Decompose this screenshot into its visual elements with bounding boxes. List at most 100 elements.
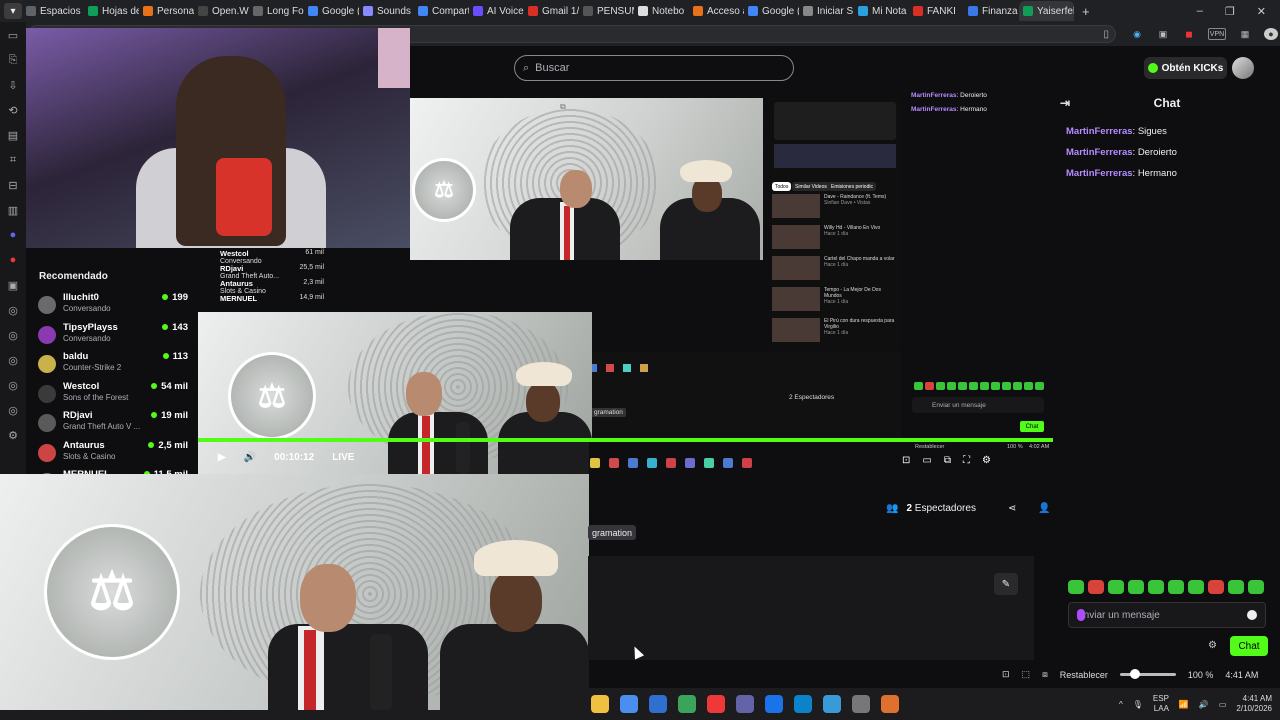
- recommended-channel[interactable]: RDjavi Grand Theft Auto V ... 19 mil: [38, 410, 188, 438]
- web-panel-icon[interactable]: ◎: [6, 328, 20, 342]
- browser-tab[interactable]: Hojas de: [84, 1, 139, 21]
- chat-username[interactable]: MartinFerreras: [911, 92, 957, 99]
- browser-tab[interactable]: Compart: [414, 1, 469, 21]
- extension-icon[interactable]: ▣: [1156, 28, 1170, 40]
- language-indicator[interactable]: ESP LAA: [1153, 694, 1169, 714]
- video-thumbnail[interactable]: [772, 225, 820, 249]
- battery-icon[interactable]: ▭: [1219, 700, 1227, 709]
- emote[interactable]: [936, 382, 945, 390]
- emote[interactable]: [1208, 580, 1224, 594]
- emote[interactable]: [969, 382, 978, 390]
- browser-tab[interactable]: Gmail 1/: [524, 1, 579, 21]
- recommended-channel[interactable]: Illuchit0 Conversando 199: [38, 292, 188, 320]
- copilot-icon[interactable]: [620, 695, 638, 713]
- filter-chip[interactable]: Todos: [772, 182, 792, 191]
- browser-tab[interactable]: Mi Nota: [854, 1, 909, 21]
- browser-tab[interactable]: Personal: [139, 1, 194, 21]
- web-panel-icon[interactable]: ◎: [6, 378, 20, 392]
- window-icon[interactable]: ⊟: [6, 178, 20, 192]
- web-panel-icon[interactable]: ◎: [6, 353, 20, 367]
- browser-tab[interactable]: Long Fo: [249, 1, 304, 21]
- teams-icon[interactable]: [736, 695, 754, 713]
- reset-zoom[interactable]: Restablecer: [1060, 670, 1108, 680]
- maximize-button[interactable]: ❐: [1225, 5, 1235, 18]
- outlook-icon[interactable]: [649, 695, 667, 713]
- emote[interactable]: [914, 382, 923, 390]
- chat-settings-icon[interactable]: ⚙: [1208, 640, 1217, 651]
- recommended-channel[interactable]: Antaurus Slots & Casino 2,5 mil: [38, 440, 188, 468]
- send-chat-button[interactable]: Chat: [1230, 636, 1268, 656]
- video-info[interactable]: Dave - Raindance (ft. Tems) Sinfian Dave …: [824, 194, 896, 206]
- emote[interactable]: [1002, 382, 1011, 390]
- emote[interactable]: [991, 382, 1000, 390]
- live-badge[interactable]: LIVE: [332, 452, 354, 463]
- video-info[interactable]: Cartel del Chapo manda a volar Hace 1 día: [824, 256, 896, 268]
- emote[interactable]: [1035, 382, 1044, 390]
- downloads-icon[interactable]: ⇩: [6, 78, 20, 92]
- video-info[interactable]: Willy Hd - Villano En Vivo Hace 1 día: [824, 225, 896, 237]
- vpn-icon[interactable]: VPN: [1208, 28, 1226, 40]
- settings-icon[interactable]: ⚙: [982, 455, 991, 466]
- microphone-icon[interactable]: [1077, 609, 1085, 621]
- app-icon[interactable]: [765, 695, 783, 713]
- emote[interactable]: [1148, 580, 1164, 594]
- reader-icon[interactable]: ▥: [6, 203, 20, 217]
- emoji-icon[interactable]: [1247, 610, 1257, 620]
- app-icon[interactable]: [881, 695, 899, 713]
- emote[interactable]: [980, 382, 989, 390]
- share-icon[interactable]: ⋖: [1008, 503, 1016, 514]
- volume-icon[interactable]: 🔊: [1199, 700, 1209, 709]
- chat-username[interactable]: MartinFerreras: [1066, 126, 1133, 137]
- edit-button[interactable]: ✎: [994, 573, 1018, 595]
- miniplayer-icon[interactable]: ⊡: [902, 455, 910, 466]
- reader-icon[interactable]: ⧈: [1042, 669, 1048, 680]
- bookmarks-icon[interactable]: ⎘: [6, 53, 20, 67]
- app-icon[interactable]: [852, 695, 870, 713]
- browser-tab[interactable]: Open.Wi: [194, 1, 249, 21]
- close-button[interactable]: ✕: [1257, 5, 1266, 18]
- browser-tab[interactable]: Iniciar S: [799, 1, 854, 21]
- theater-icon[interactable]: ▭: [922, 455, 931, 466]
- chat-username[interactable]: MartinFerreras: [1066, 168, 1133, 179]
- search-input[interactable]: ⌕ Buscar: [514, 55, 794, 81]
- capture-icon[interactable]: ⊡: [1002, 669, 1010, 680]
- stream-tag[interactable]: gramation: [588, 525, 637, 540]
- profile-icon[interactable]: ●: [1264, 28, 1278, 40]
- file-explorer-icon[interactable]: [591, 695, 609, 713]
- browser-tab[interactable]: FANKI: [909, 1, 964, 21]
- wifi-icon[interactable]: 📶: [1179, 700, 1189, 709]
- filter-chip[interactable]: Emisiones periodic: [828, 182, 876, 191]
- message-input[interactable]: Enviar un mensaje: [1068, 602, 1266, 628]
- browser-tab[interactable]: AI Voice: [469, 1, 524, 21]
- emote[interactable]: [1128, 580, 1144, 594]
- clock[interactable]: 4:41 AM 2/10/2026: [1236, 694, 1272, 714]
- browser-tab[interactable]: Google (: [304, 1, 359, 21]
- web-panel-icon[interactable]: ◎: [6, 303, 20, 317]
- browser-tab[interactable]: Sounds: [359, 1, 414, 21]
- video-info[interactable]: Tempo - La Mejor De Dos Mundos Hace 1 día: [824, 287, 896, 305]
- tile-icon[interactable]: ⬚: [1022, 669, 1031, 680]
- fullscreen-icon[interactable]: ⛶: [963, 455, 970, 466]
- extension-icon[interactable]: ◼: [1182, 28, 1196, 40]
- chat-username[interactable]: MartinFerreras: [1066, 147, 1133, 158]
- recommended-channel[interactable]: baldu Counter-Strike 2 113: [38, 351, 188, 379]
- video-thumbnail[interactable]: [772, 287, 820, 311]
- video-thumbnail[interactable]: [772, 256, 820, 280]
- vivaldi-menu-icon[interactable]: ▾: [4, 3, 22, 19]
- mic-tray-icon[interactable]: 🎙: [1133, 700, 1143, 709]
- emote[interactable]: [1013, 382, 1022, 390]
- app-icon[interactable]: [823, 695, 841, 713]
- recommended-channel[interactable]: Westcol Sons of the Forest 54 mil: [38, 381, 188, 409]
- emote[interactable]: [1088, 580, 1104, 594]
- minimize-button[interactable]: –: [1197, 5, 1203, 18]
- browser-tab[interactable]: Yaiserfel: [1019, 1, 1074, 21]
- video-info[interactable]: El Pirú con dura respuesta para Virgilio…: [824, 318, 896, 336]
- emote[interactable]: [1108, 580, 1124, 594]
- emote[interactable]: [925, 382, 934, 390]
- play-icon[interactable]: ▶: [218, 452, 226, 463]
- vivaldi-icon[interactable]: [707, 695, 725, 713]
- user-avatar[interactable]: [1232, 57, 1254, 79]
- settings-icon[interactable]: ⚙: [6, 428, 20, 442]
- extension-icon[interactable]: ◉: [1130, 28, 1144, 40]
- filter-chip[interactable]: Similar Videos: [792, 182, 830, 191]
